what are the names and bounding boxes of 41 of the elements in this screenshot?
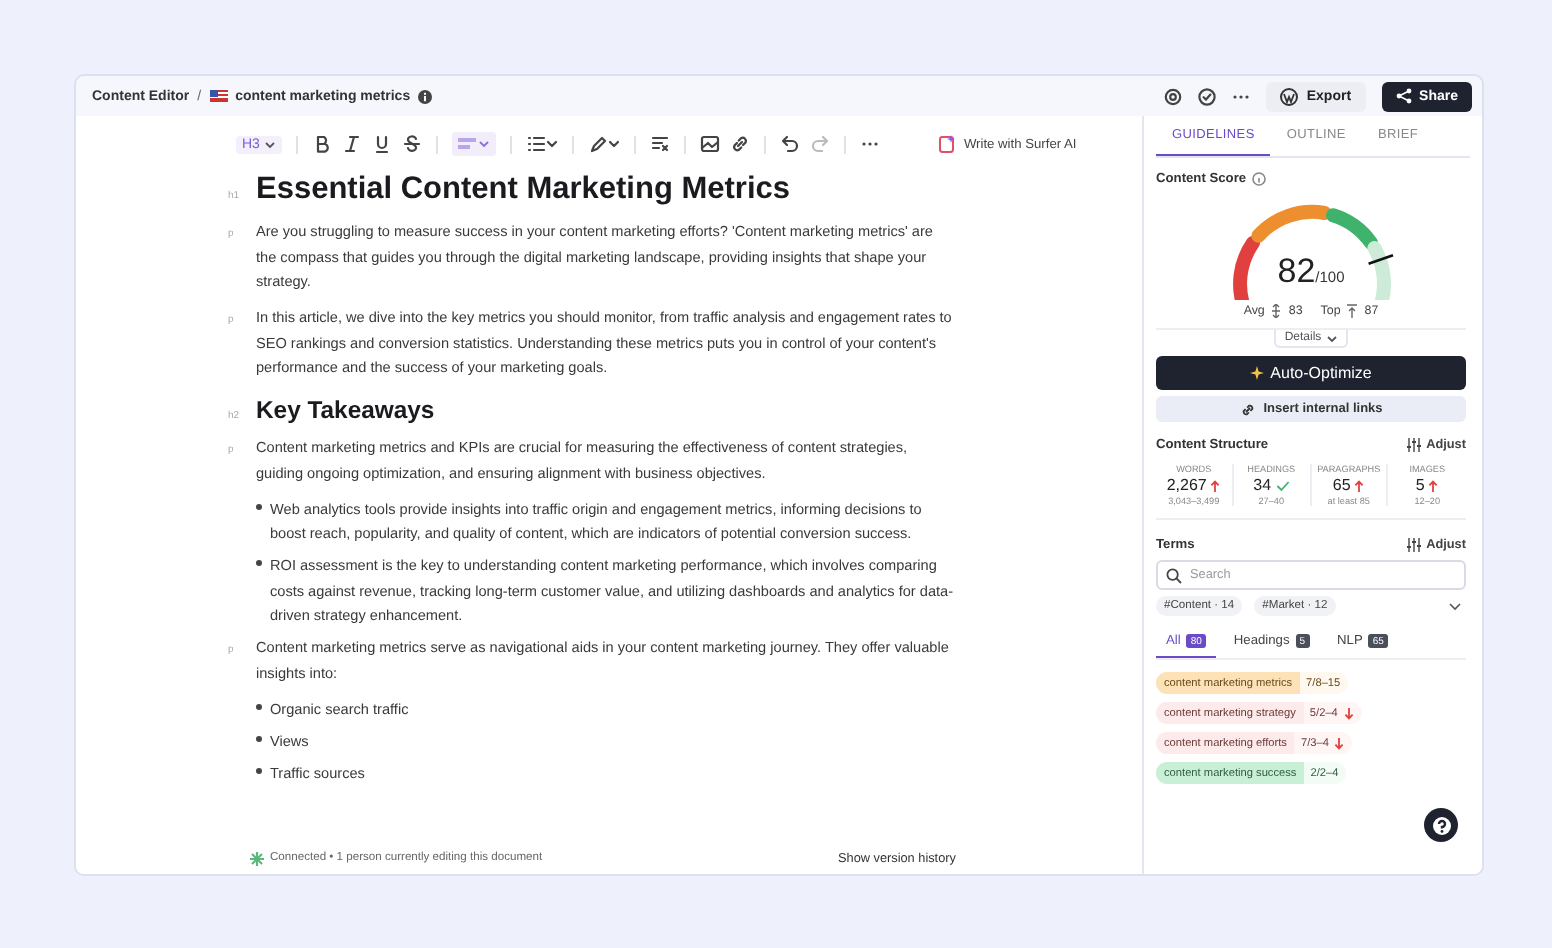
caret-icon <box>263 139 276 149</box>
top-icon <box>1346 304 1359 318</box>
strikethrough-icon[interactable] <box>401 134 422 154</box>
connected-icon <box>250 851 264 865</box>
arrow-down-icon <box>1334 737 1345 749</box>
flag-icon <box>209 90 228 102</box>
auto-optimize-button[interactable]: Auto-Optimize <box>1156 356 1466 390</box>
link-icon <box>1239 401 1256 417</box>
underline-icon[interactable] <box>371 134 392 154</box>
sliders-icon <box>1406 438 1423 452</box>
image-icon[interactable] <box>699 134 720 154</box>
search-icon <box>1166 567 1182 583</box>
caret-icon <box>1325 333 1338 343</box>
link-icon[interactable] <box>729 134 750 154</box>
bold-icon[interactable] <box>311 134 332 154</box>
wordpress-icon <box>1280 87 1299 105</box>
stat-value: 5 <box>1415 476 1425 494</box>
average-icon <box>1270 304 1283 318</box>
share-icon <box>1395 88 1412 104</box>
stat-value: 34 <box>1253 476 1272 494</box>
undo-icon[interactable] <box>779 134 800 154</box>
stat-value: 65 <box>1332 476 1351 494</box>
arrow-down-icon <box>1343 707 1354 719</box>
chevron-down-icon[interactable] <box>1448 601 1462 611</box>
sparkle-icon <box>1250 366 1265 380</box>
stat-value: 2,267 <box>1166 476 1207 494</box>
clear-format-icon[interactable] <box>649 134 670 154</box>
list-dropdown-icon[interactable] <box>525 134 558 154</box>
settings-icon[interactable] <box>1164 87 1183 105</box>
info-icon <box>1252 172 1267 186</box>
help-icon <box>1431 815 1451 835</box>
info-icon <box>418 89 433 103</box>
sliders-icon <box>1406 538 1423 552</box>
italic-icon[interactable] <box>341 134 362 154</box>
document-heading: Essential Content Marketing Metrics <box>256 172 791 208</box>
check-circle-icon[interactable] <box>1198 87 1217 105</box>
score-value: 82 <box>1277 252 1316 292</box>
help-button[interactable] <box>1424 808 1458 842</box>
highlighter-dropdown-icon[interactable] <box>587 134 620 154</box>
section-heading: Key Takeaways <box>256 396 435 425</box>
sparkle-document-icon <box>937 134 956 154</box>
